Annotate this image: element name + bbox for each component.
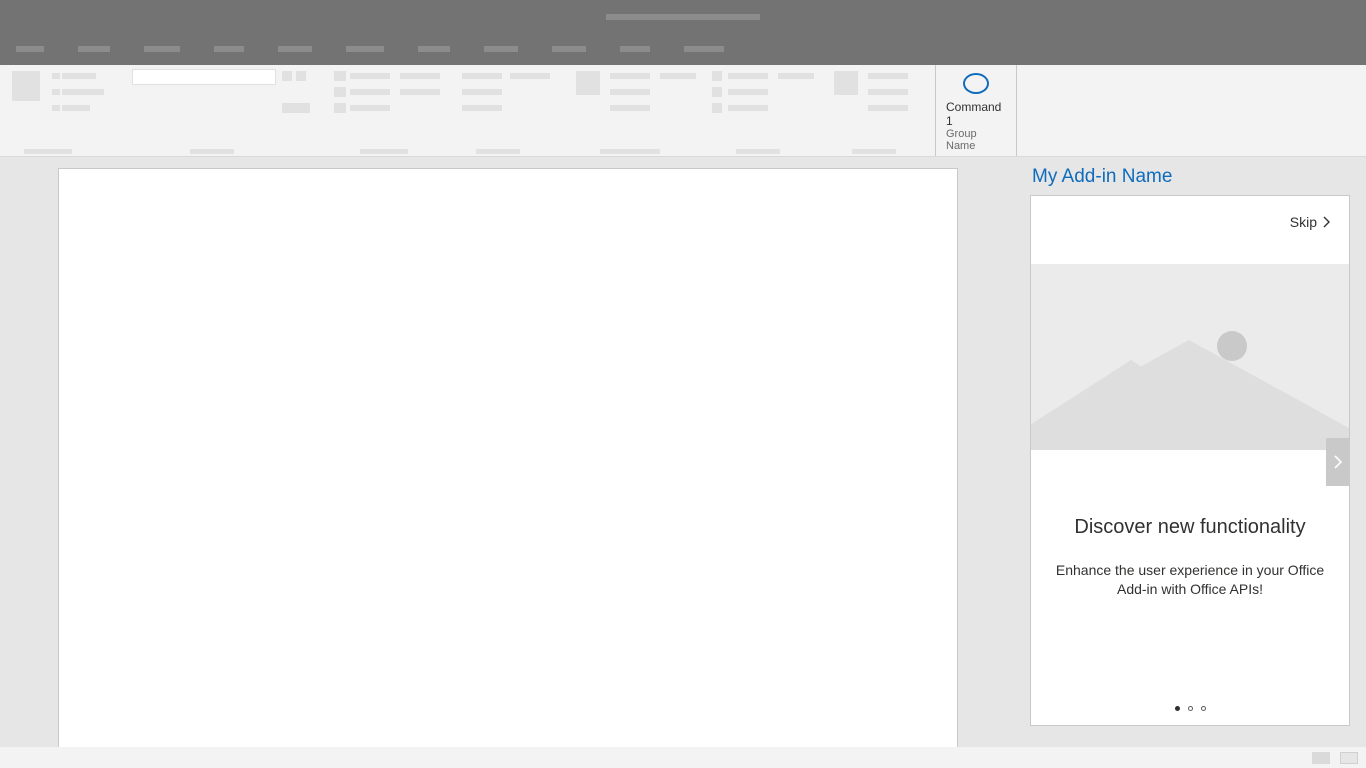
ribbon-tab-placeholder[interactable] xyxy=(620,46,650,52)
ribbon-stub xyxy=(728,105,768,111)
ribbon-tab-placeholder[interactable] xyxy=(552,46,586,52)
ribbon-stub xyxy=(334,87,346,97)
status-bar xyxy=(0,747,1366,768)
ribbon-stub xyxy=(400,89,440,95)
ribbon-stub xyxy=(400,73,440,79)
ribbon-stub xyxy=(610,105,650,111)
ribbon-stub xyxy=(52,89,60,95)
ribbon-tab-placeholder[interactable] xyxy=(418,46,450,52)
ribbon-tab-placeholder[interactable] xyxy=(346,46,384,52)
ribbon-stub xyxy=(712,87,722,97)
skip-label: Skip xyxy=(1290,214,1317,230)
pagination-dot[interactable] xyxy=(1175,706,1180,711)
pagination-dot[interactable] xyxy=(1188,706,1193,711)
command1-label[interactable]: Command 1 xyxy=(946,100,1006,128)
taskpane-title: My Add-in Name xyxy=(1030,157,1366,195)
titlebar-placeholder xyxy=(606,14,760,20)
pagination-dots xyxy=(1031,706,1349,711)
ribbon-group-label-stub xyxy=(24,149,72,154)
ribbon-stub xyxy=(282,103,310,113)
skip-button[interactable]: Skip xyxy=(1290,214,1331,230)
ribbon-stub xyxy=(576,71,600,95)
mountain-shape xyxy=(1031,340,1349,450)
ribbon-stub xyxy=(62,105,90,111)
taskpane-card: Skip Discover new functionality Enhance … xyxy=(1030,195,1350,726)
ribbon-group-label-stub xyxy=(736,149,780,154)
ribbon-stub xyxy=(282,71,292,81)
ribbon-stub xyxy=(868,89,908,95)
ribbon-stub xyxy=(462,73,502,79)
card-description: Enhance the user experience in your Offi… xyxy=(1055,561,1325,599)
ribbon-stub xyxy=(510,73,550,79)
ribbon-stub xyxy=(712,71,722,81)
ribbon-group-label-stub xyxy=(852,149,896,154)
ribbon-group-label-stub xyxy=(476,149,520,154)
ribbon-stub xyxy=(62,73,96,79)
ribbon-stub xyxy=(350,105,390,111)
ribbon-tab-placeholder[interactable] xyxy=(144,46,180,52)
ribbon-stub xyxy=(62,89,104,95)
pagination-dot[interactable] xyxy=(1201,706,1206,711)
ribbon-group-label-stub xyxy=(360,149,408,154)
ribbon-stub xyxy=(712,103,722,113)
ribbon-stub xyxy=(350,89,390,95)
ribbon-stub xyxy=(660,73,696,79)
command1-icon[interactable] xyxy=(963,73,989,94)
ribbon-tab-strip xyxy=(0,33,1366,65)
ribbon-group-label-stub xyxy=(190,149,234,154)
ribbon-stub xyxy=(610,73,650,79)
ribbon-stub xyxy=(12,71,40,101)
ribbon-stub xyxy=(462,89,502,95)
ribbon-stub xyxy=(296,71,306,81)
ribbon-stub xyxy=(778,73,814,79)
card-content: Discover new functionality Enhance the u… xyxy=(1031,450,1349,599)
ribbon: Command 1 Group Name xyxy=(0,65,1366,157)
ribbon-tab-placeholder[interactable] xyxy=(684,46,724,52)
card-heading: Discover new functionality xyxy=(1055,516,1325,539)
sun-shape xyxy=(1217,331,1247,361)
ribbon-tab-placeholder[interactable] xyxy=(214,46,244,52)
ribbon-stub xyxy=(868,105,908,111)
ribbon-group-name: Group Name xyxy=(946,128,1006,152)
ribbon-fontname-stub[interactable] xyxy=(132,69,276,85)
ribbon-group-label-stub xyxy=(600,149,660,154)
ribbon-stub xyxy=(334,103,346,113)
ribbon-stub xyxy=(462,105,502,111)
ribbon-stub xyxy=(728,89,768,95)
taskpane: My Add-in Name Skip Discover new functio… xyxy=(1016,157,1366,747)
ribbon-stub xyxy=(834,71,858,95)
titlebar xyxy=(0,0,1366,33)
ribbon-stub xyxy=(728,73,768,79)
ribbon-stub xyxy=(334,71,346,81)
ribbon-tab-placeholder[interactable] xyxy=(278,46,312,52)
ribbon-body: Command 1 Group Name xyxy=(0,65,1366,156)
ribbon-tab-placeholder[interactable] xyxy=(16,46,44,52)
ribbon-tab-placeholder[interactable] xyxy=(78,46,110,52)
ribbon-stub xyxy=(350,73,390,79)
statusbar-stub xyxy=(1312,752,1330,764)
statusbar-stub xyxy=(1340,752,1358,764)
ribbon-stub xyxy=(52,105,60,111)
ribbon-stub xyxy=(610,89,650,95)
ribbon-stub xyxy=(868,73,908,79)
chevron-right-icon xyxy=(1323,216,1331,228)
ribbon-group-addin: Command 1 Group Name xyxy=(935,65,1017,156)
document-page[interactable] xyxy=(58,168,958,748)
ribbon-tab-placeholder[interactable] xyxy=(484,46,518,52)
ribbon-stub xyxy=(52,73,60,79)
hero-image xyxy=(1031,264,1349,450)
